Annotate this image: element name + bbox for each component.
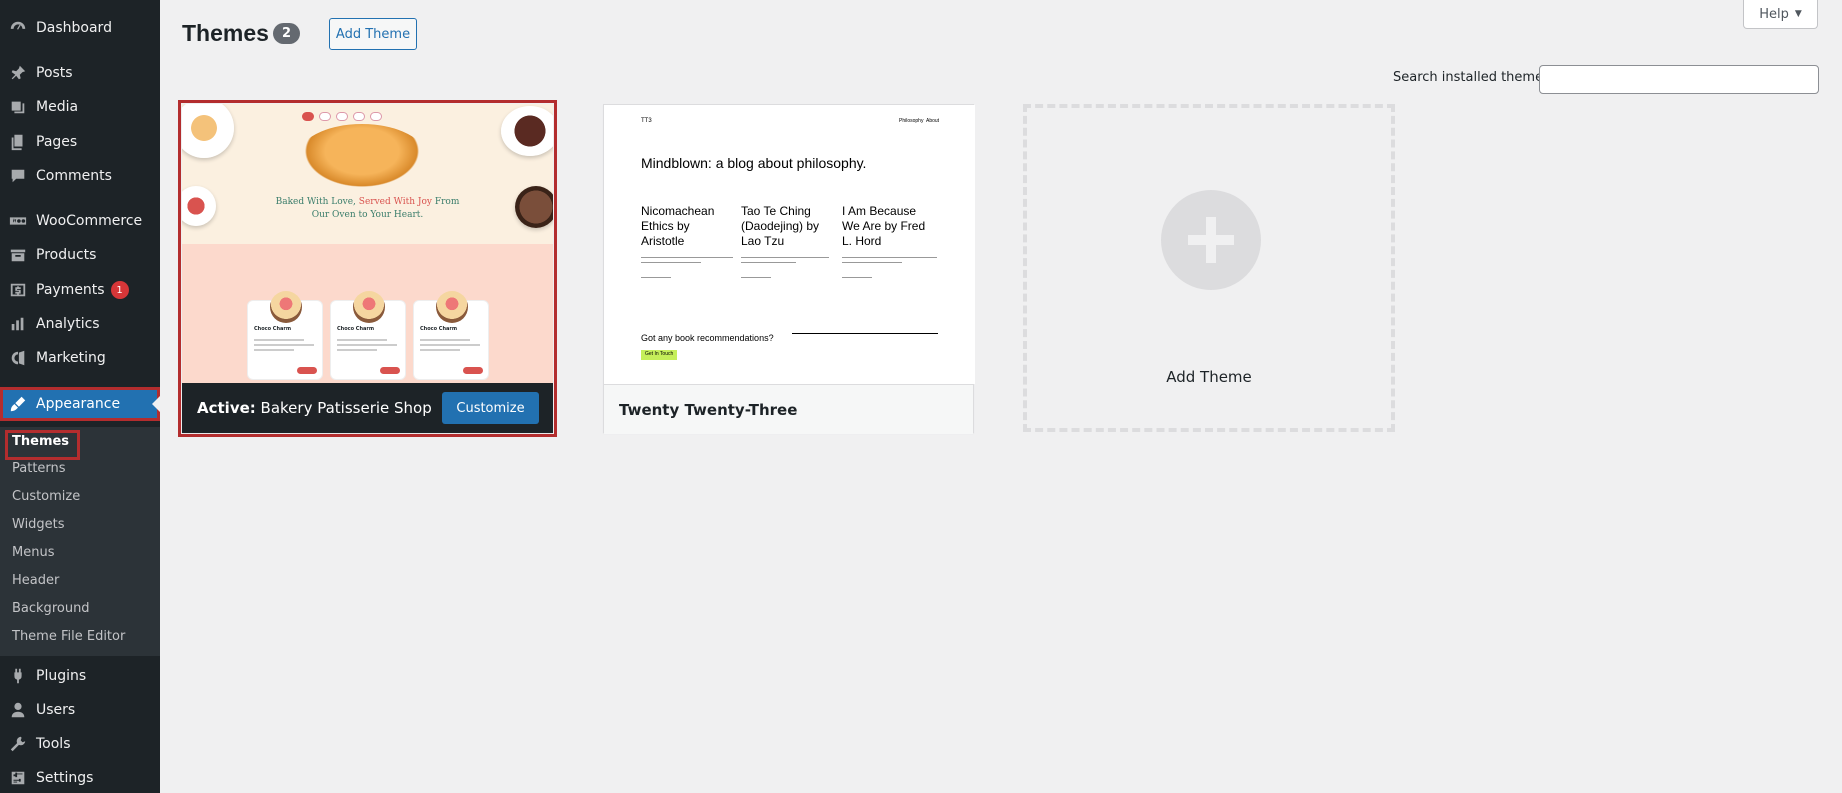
- brush-icon: [0, 395, 36, 413]
- product-card: Choco Charm: [247, 291, 323, 380]
- sidebar-item-dashboard[interactable]: Dashboard: [0, 11, 160, 45]
- caret-down-icon: ▼: [1794, 9, 1802, 19]
- appearance-submenu: Themes Patterns Customize Widgets Menus …: [0, 427, 160, 656]
- product-card: Choco Charm: [330, 291, 406, 380]
- preview-heading: Mindblown: a blog about philosophy.: [641, 155, 867, 171]
- user-icon: [0, 701, 36, 719]
- theme-count-badge: 2: [273, 23, 300, 44]
- sidebar-item-comments[interactable]: Comments: [0, 159, 160, 193]
- archive-icon: [0, 246, 36, 264]
- theme-screenshot: Baked With Love, Served With Joy From Ou…: [182, 104, 553, 383]
- sidebar-item-settings[interactable]: Settings: [0, 761, 160, 793]
- sidebar-item-label: Tools: [36, 736, 71, 752]
- search-themes-input[interactable]: [1539, 65, 1819, 94]
- submenu-theme-file-editor[interactable]: Theme File Editor: [12, 629, 125, 644]
- preview-post-title: Tao Te Ching (Daodejing) by Lao Tzu: [741, 204, 820, 248]
- dashboard-icon: [0, 19, 36, 37]
- sidebar-item-analytics[interactable]: Analytics: [0, 307, 160, 341]
- sidebar-item-marketing[interactable]: Marketing: [0, 341, 160, 375]
- sidebar-item-plugins[interactable]: Plugins: [0, 659, 160, 693]
- preview-nav: [302, 112, 382, 121]
- theme-card-footer: Twenty Twenty-Three: [604, 384, 973, 434]
- sidebar-item-woocommerce[interactable]: WooCommerce: [0, 204, 160, 238]
- theme-screenshot: TT3 Philosophy About Mindblown: a blog a…: [604, 105, 975, 384]
- sidebar-item-label: Analytics: [36, 316, 100, 332]
- plus-icon: [1161, 190, 1261, 290]
- sidebar-item-label: Marketing: [36, 350, 106, 366]
- preview-nav-item: About: [926, 118, 940, 124]
- theme-card-twenty-twenty-three[interactable]: TT3 Philosophy About Mindblown: a blog a…: [603, 104, 975, 434]
- sidebar-item-label: Payments: [36, 282, 105, 298]
- media-icon: [0, 98, 36, 116]
- themes-highlight-box: [5, 430, 80, 460]
- preview-cta-text: Got any book recommendations?: [641, 333, 774, 343]
- sidebar-item-label: Users: [36, 702, 76, 718]
- sidebar-item-label: Plugins: [36, 668, 87, 684]
- preview-post-title: Nicomachean Ethics by Aristotle: [641, 204, 715, 248]
- cake-plate-image: [501, 106, 553, 156]
- notification-badge: 1: [110, 281, 129, 299]
- dollar-icon: [0, 281, 36, 299]
- settings-icon: [0, 769, 36, 787]
- theme-card-footer: Active: Bakery Patisserie Shop Customize: [182, 383, 553, 433]
- sidebar-item-posts[interactable]: Posts: [0, 56, 160, 90]
- submenu-patterns[interactable]: Patterns: [12, 461, 66, 476]
- current-menu-arrow: [152, 396, 160, 412]
- customize-button[interactable]: Customize: [442, 392, 539, 424]
- pin-icon: [0, 64, 36, 82]
- preview-post-title: I Am Because We Are by Fred L. Hord: [842, 204, 926, 248]
- sidebar-item-label: Media: [36, 99, 79, 115]
- sidebar-item-label: Dashboard: [36, 20, 112, 36]
- sidebar-item-label: Posts: [36, 65, 73, 81]
- theme-card-active[interactable]: Baked With Love, Served With Joy From Ou…: [178, 100, 557, 437]
- help-button[interactable]: Help ▼: [1743, 0, 1818, 29]
- product-card: Choco Charm: [413, 291, 489, 380]
- preview-nav-item: Philosophy: [899, 118, 924, 124]
- sidebar-item-products[interactable]: Products: [0, 238, 160, 272]
- sidebar-item-payments[interactable]: Payments 1: [0, 273, 160, 307]
- croissant-image: [297, 124, 427, 192]
- woo-icon: [0, 212, 36, 230]
- pages-icon: [0, 133, 36, 151]
- search-label: Search installed themes: [1393, 70, 1550, 85]
- sidebar-item-media[interactable]: Media: [0, 90, 160, 124]
- megaphone-icon: [0, 349, 36, 367]
- bar-chart-icon: [0, 315, 36, 333]
- add-new-theme-card[interactable]: Add Theme: [1023, 104, 1395, 432]
- submenu-background[interactable]: Background: [12, 601, 90, 616]
- sidebar-item-appearance[interactable]: Appearance: [0, 387, 160, 421]
- active-theme-name: Active: Bakery Patisserie Shop: [197, 399, 432, 417]
- preview-logo: TT3: [641, 118, 652, 124]
- add-theme-label: Add Theme: [1166, 368, 1252, 386]
- admin-sidebar: Dashboard Posts Media Pages Comments Woo…: [0, 0, 160, 793]
- sidebar-item-users[interactable]: Users: [0, 693, 160, 727]
- help-label: Help: [1759, 6, 1789, 22]
- add-theme-button[interactable]: Add Theme: [329, 18, 417, 50]
- preview-headline: Baked With Love, Served With Joy From Ou…: [275, 197, 460, 220]
- submenu-header[interactable]: Header: [12, 573, 59, 588]
- sidebar-item-pages[interactable]: Pages: [0, 125, 160, 159]
- comment-icon: [0, 167, 36, 185]
- sidebar-item-label: WooCommerce: [36, 213, 143, 229]
- preview-button: Get In Touch: [641, 350, 678, 360]
- sidebar-item-label: Settings: [36, 770, 94, 786]
- sidebar-item-tools[interactable]: Tools: [0, 727, 160, 761]
- sidebar-item-label: Comments: [36, 168, 112, 184]
- submenu-menus[interactable]: Menus: [12, 545, 54, 560]
- sidebar-item-label: Products: [36, 247, 97, 263]
- submenu-customize[interactable]: Customize: [12, 489, 80, 504]
- theme-name: Twenty Twenty-Three: [619, 400, 798, 419]
- page-title: Themes: [182, 20, 269, 46]
- submenu-widgets[interactable]: Widgets: [12, 517, 65, 532]
- plug-icon: [0, 667, 36, 685]
- wrench-icon: [0, 735, 36, 753]
- sidebar-item-label: Pages: [36, 134, 78, 150]
- sidebar-item-label: Appearance: [36, 396, 121, 412]
